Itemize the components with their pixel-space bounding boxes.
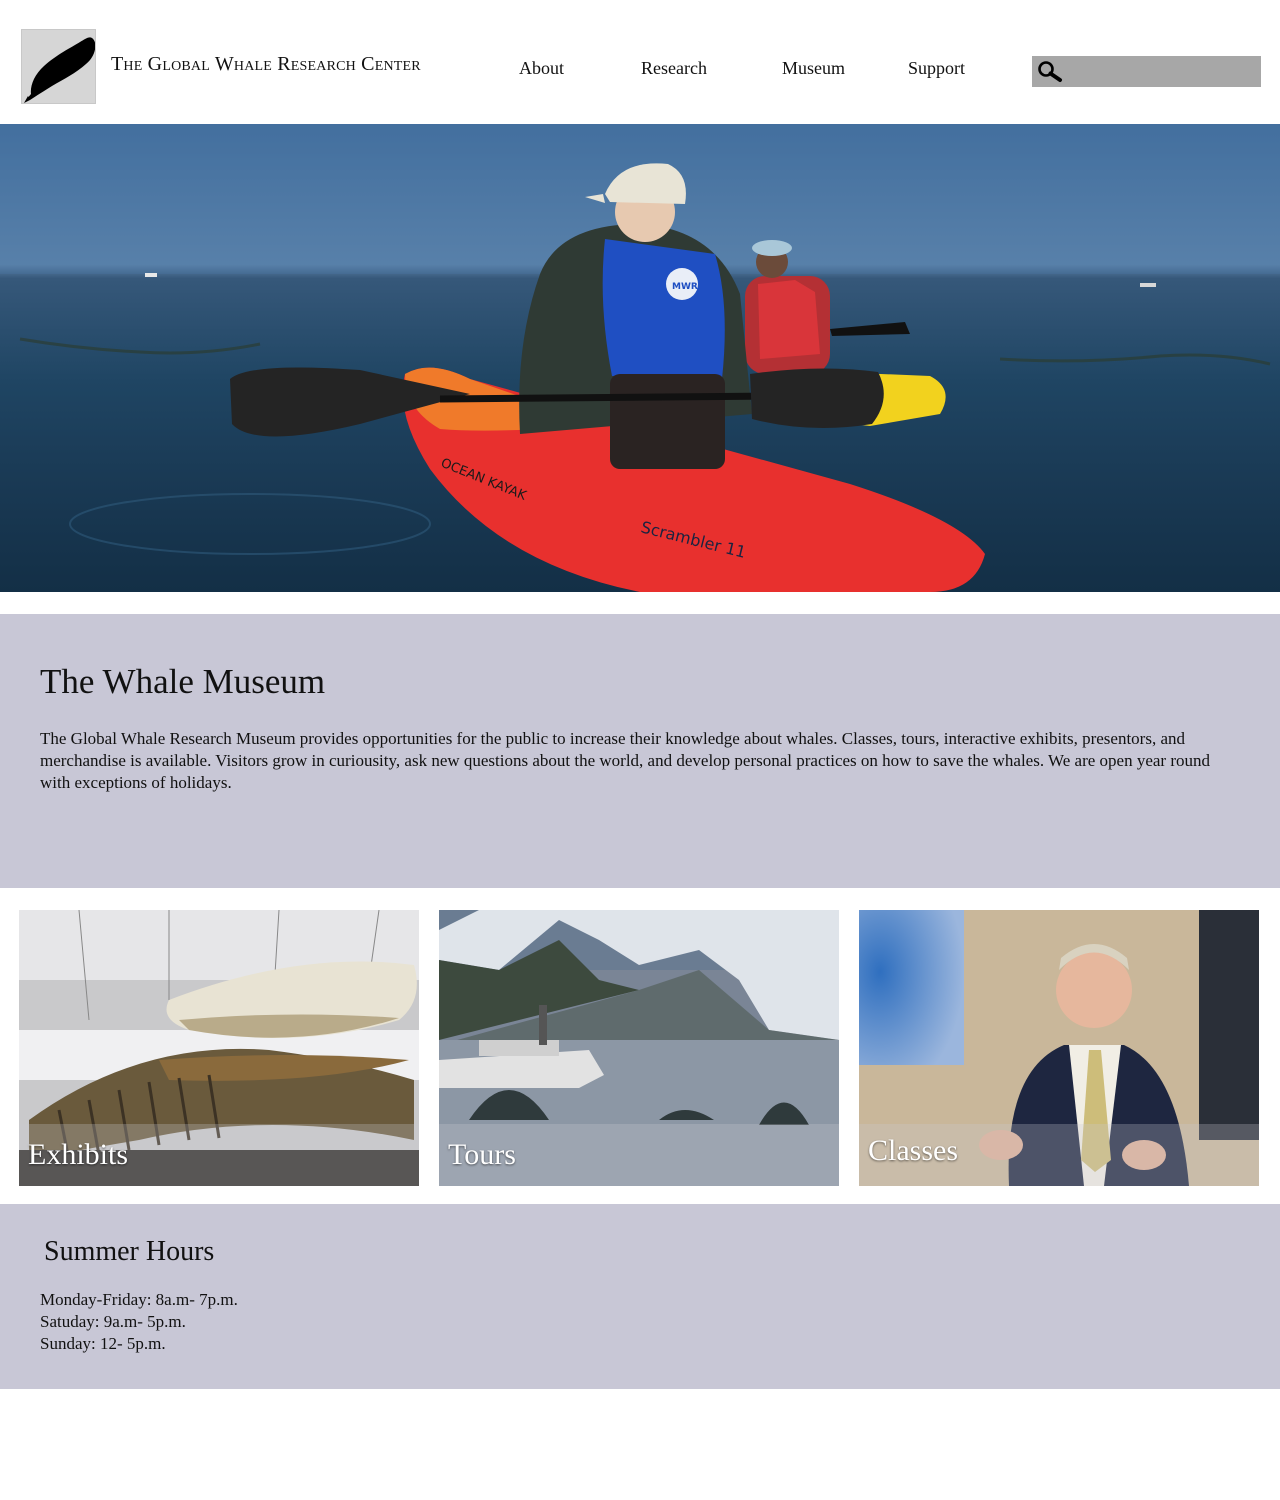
nav-research[interactable]: Research [641,58,707,79]
site-title[interactable]: The Global Whale Research Center [111,53,421,76]
hours-section: Summer Hours Monday-Friday: 8a.m- 7p.m. … [0,1204,1280,1389]
card-label-exhibits[interactable]: Exhibits [28,1138,128,1172]
hero-image: Scrambler 11 OCEAN KAYAK MWR [0,124,1280,592]
museum-description: The Global Whale Research Museum provide… [40,729,1210,792]
logo[interactable] [21,29,96,104]
card-tours[interactable]: Tours [439,910,839,1186]
search-input[interactable] [1065,56,1261,87]
nav-about[interactable]: About [519,58,564,79]
card-classes[interactable]: Classes [859,910,1259,1186]
vest-text: MWR [672,282,698,292]
card-label-classes[interactable]: Classes [868,1134,958,1168]
nav-support[interactable]: Support [908,58,965,79]
card-label-tours[interactable]: Tours [448,1138,516,1172]
hours-saturday: Satuday: 9a.m- 5p.m. [40,1312,186,1331]
hours-sunday: Sunday: 12- 5p.m. [40,1334,166,1353]
whale-logo-icon [24,37,95,103]
nav-museum[interactable]: Museum [782,58,845,79]
museum-section: The Whale Museum The Global Whale Resear… [0,614,1280,888]
hours-weekdays: Monday-Friday: 8a.m- 7p.m. [40,1290,238,1309]
site-header: The Global Whale Research Center About R… [0,0,1280,124]
search-icon[interactable] [1035,57,1065,87]
museum-title: The Whale Museum [40,662,326,701]
kayak-scene-image: Scrambler 11 OCEAN KAYAK MWR [0,124,1280,592]
card-exhibits[interactable]: Exhibits [19,910,419,1186]
hours-title: Summer Hours [44,1236,215,1267]
search-bar [1032,56,1261,87]
